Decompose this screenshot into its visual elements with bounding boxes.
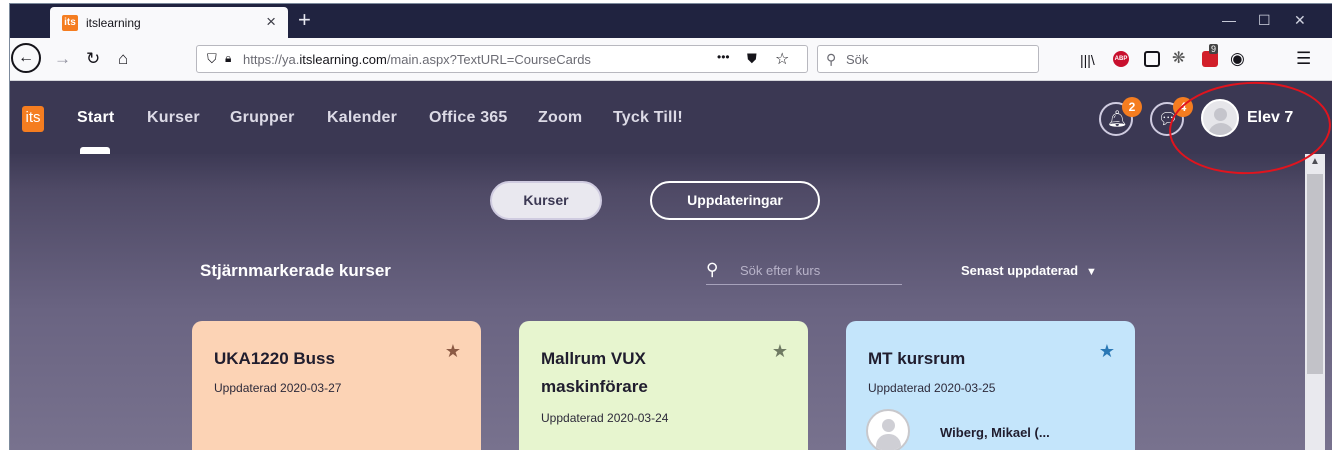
maximize-icon[interactable]: ☐ [1258,12,1271,29]
course-title[interactable]: UKA1220 Buss [214,345,424,373]
page-actions-icon[interactable]: ••• [717,50,730,64]
course-card[interactable]: UKA1220 Buss Uppdaterad 2020-03-27 ★ [192,321,481,450]
browser-tab[interactable]: its itslearning × [50,7,288,38]
course-search-placeholder: Sök efter kurs [740,263,821,278]
star-icon[interactable]: ★ [772,341,788,362]
browser-toolbar: ← → ↻ ⌂ ⛉ 🔒︎ https://ya.itslearning.com/… [10,38,1332,81]
scrollbar[interactable]: ▲ [1305,154,1325,450]
close-tab-icon[interactable]: × [266,13,276,31]
new-tab-button[interactable]: + [298,8,311,32]
active-nav-indicator [80,147,110,154]
scroll-up-icon[interactable]: ▲ [1310,156,1320,167]
nav-kalender[interactable]: Kalender [327,109,397,127]
main-nav: its Start Kurser Grupper Kalender Office… [10,81,1332,154]
course-card[interactable]: MT kursrum Uppdaterad 2020-03-25 ★ Wiber… [846,321,1135,450]
lock-icon[interactable]: 🔒︎ [225,51,231,66]
teacher-avatar [866,409,910,450]
course-title[interactable]: Mallrum VUX maskinförare [541,345,751,401]
nav-office-365[interactable]: Office 365 [429,109,507,127]
scroll-thumb[interactable] [1307,174,1323,374]
itslearning-app: its Start Kurser Grupper Kalender Office… [10,81,1332,450]
home-icon[interactable]: ⌂ [118,49,128,69]
adblock-plus-icon[interactable]: ABP [1113,51,1129,67]
url-text[interactable]: https://ya.itslearning.com/main.aspx?Tex… [243,52,591,67]
search-placeholder: Sök [846,52,869,67]
tab-strip: its itslearning × + — ☐ ✕ [10,4,1332,38]
back-button[interactable]: ← [11,43,41,73]
minimize-icon[interactable]: — [1222,12,1236,28]
url-bar[interactable]: ⛉ 🔒︎ https://ya.itslearning.com/main.asp… [196,45,808,73]
sort-dropdown[interactable]: Senast uppdaterad ▼ [961,263,1097,278]
notifications-badge: 2 [1122,97,1142,117]
browser-window: its itslearning × + — ☐ ✕ ← → ↻ ⌂ ⛉ 🔒︎ h… [9,3,1332,450]
nav-zoom[interactable]: Zoom [538,109,582,127]
tab-title: itslearning [86,15,141,30]
course-title[interactable]: MT kursrum [868,345,1078,373]
course-updated: Uppdaterad 2020-03-27 [214,381,342,395]
caret-down-icon: ▼ [1086,266,1097,278]
nav-grupper[interactable]: Grupper [230,109,295,127]
reload-icon[interactable]: ↻ [86,49,100,69]
extension-red-icon[interactable]: 9 [1202,44,1219,67]
search-bar[interactable]: ⚲ Sök [817,45,1039,73]
itslearning-logo[interactable]: its [22,106,44,132]
nav-tyck-till[interactable]: Tyck Till! [613,109,683,127]
section-title: Stjärnmarkerade kurser [200,261,391,280]
avatar-head [882,419,895,432]
forward-icon[interactable]: → [54,49,71,69]
bookmark-star-icon[interactable]: ☆ [775,49,789,69]
close-window-icon[interactable]: ✕ [1294,12,1306,29]
avatar-shoulders [876,434,901,450]
course-updated: Uppdaterad 2020-03-25 [868,381,996,395]
star-icon[interactable]: ★ [1099,341,1115,362]
tracking-shield-icon[interactable]: ⛉ [207,51,217,67]
search-icon: ⚲ [826,51,837,67]
course-card[interactable]: Mallrum VUX maskinförare Uppdaterad 2020… [519,321,808,450]
toggle-kurser-button[interactable]: Kurser [490,181,602,220]
nav-start[interactable]: Start [77,109,114,127]
itslearning-favicon-icon: its [62,14,78,31]
sort-label: Senast uppdaterad [961,263,1079,278]
toggle-updates-button[interactable]: Uppdateringar [650,181,820,220]
search-icon: ⚲ [706,260,719,279]
course-updated: Uppdaterad 2020-03-24 [541,411,669,425]
sidebar-icon[interactable] [1144,51,1160,67]
account-icon[interactable]: ◉ [1230,49,1245,69]
library-icon[interactable]: |||\ [1080,50,1095,70]
star-icon[interactable]: ★ [445,341,461,362]
menu-icon[interactable]: ☰ [1296,49,1311,69]
extension-globe-icon[interactable]: ❋ [1172,49,1185,69]
teacher-name[interactable]: Wiberg, Mikael (... [940,425,1050,440]
course-search[interactable]: ⚲ Sök efter kurs [706,259,902,285]
pocket-icon[interactable]: ⛊ [747,51,757,67]
extension-badge: 9 [1209,44,1219,54]
nav-kurser[interactable]: Kurser [147,109,200,127]
